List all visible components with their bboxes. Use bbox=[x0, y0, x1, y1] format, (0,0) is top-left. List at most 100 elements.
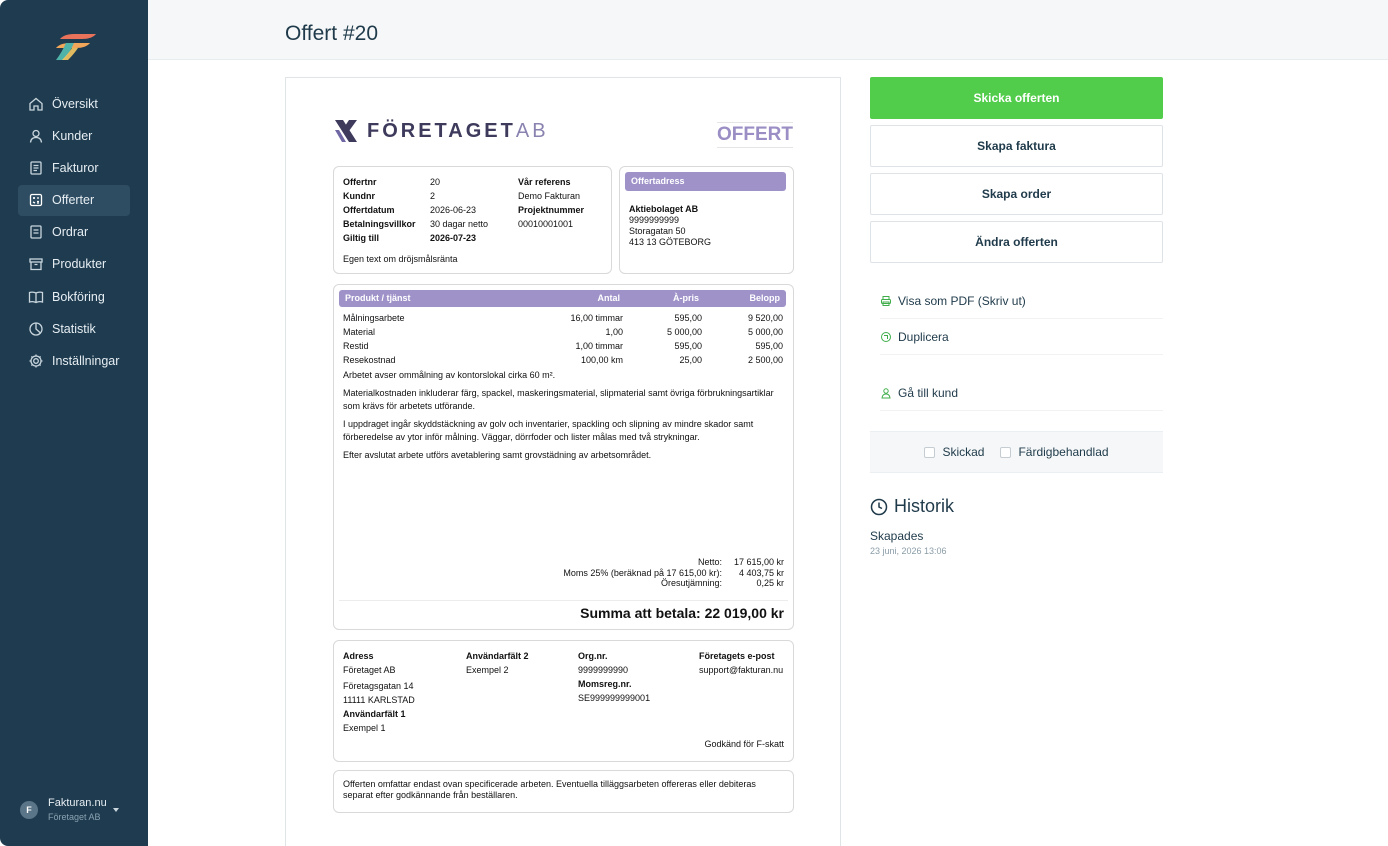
info-label: Offertnr bbox=[343, 177, 377, 187]
duplicate-link[interactable]: Duplicera bbox=[880, 319, 1163, 355]
table-row: Material 1,00 5 000,00 5 000,00 bbox=[343, 327, 783, 337]
table-row: Restid 1,00 timmar 595,00 595,00 bbox=[343, 341, 783, 351]
totals: Netto: 17 615,00 kr Moms 25% (beräknad på… bbox=[563, 557, 784, 589]
divider bbox=[339, 600, 788, 601]
line-description: Arbetet avser ommålning av kontorslokal … bbox=[343, 370, 556, 380]
sidebar-item-label: Kunder bbox=[52, 128, 93, 143]
chevron-down-icon bbox=[112, 808, 119, 812]
page-header: Offert #20 bbox=[148, 0, 1388, 60]
sidebar-item-ordrar[interactable]: Ordrar bbox=[18, 217, 130, 248]
sidebar-item-label: Produkter bbox=[52, 257, 107, 272]
sidebar-item-bokforing[interactable]: Bokföring bbox=[18, 281, 130, 312]
sidebar-item-produkter[interactable]: Produkter bbox=[18, 249, 130, 280]
info-label: Kundnr bbox=[343, 191, 375, 201]
header-amount: Belopp bbox=[749, 293, 781, 303]
user-icon bbox=[29, 129, 43, 143]
footer-email-column: Företagets e-post support@fakturan.nu bbox=[699, 651, 784, 675]
quote-address-box: Offertadress Aktiebolaget AB 9999999999 … bbox=[619, 166, 794, 274]
company-footer-box: Adress Företaget AB Företagsgatan 14 111… bbox=[333, 640, 794, 762]
custom-text: Egen text om dröjsmålsränta bbox=[343, 254, 458, 264]
home-icon bbox=[29, 97, 43, 111]
info-extra: Demo Fakturan bbox=[518, 191, 581, 201]
address-number: 9999999999 bbox=[629, 215, 680, 225]
address-city: 413 13 GÖTEBORG bbox=[629, 237, 712, 247]
line-items-box: Produkt / tjänst Antal À-pris Belopp Mål… bbox=[333, 284, 794, 630]
info-extra: Vår referens bbox=[518, 177, 571, 187]
sidebar-item-kunder[interactable]: Kunder bbox=[18, 120, 130, 151]
info-extra: Projektnummer bbox=[518, 205, 585, 215]
archive-box-icon bbox=[29, 258, 43, 271]
checkbox-box[interactable] bbox=[1000, 446, 1012, 458]
gear-icon bbox=[29, 354, 43, 368]
history-title: Historik bbox=[894, 496, 955, 516]
sidebar: Översikt Kunder Fakturor Offerter Ordrar… bbox=[0, 0, 148, 846]
done-checkbox[interactable]: Färdigbehandlad bbox=[1000, 445, 1109, 459]
line-description: Efter avslutat arbete utförs avetablerin… bbox=[343, 450, 652, 460]
header-product: Produkt / tjänst bbox=[345, 293, 411, 303]
sent-checkbox[interactable]: Skickad bbox=[924, 445, 984, 459]
info-label: Offertdatum bbox=[343, 205, 395, 215]
app-logo[interactable] bbox=[52, 30, 98, 62]
total-label: Netto: bbox=[697, 557, 722, 567]
header-qty: Antal bbox=[597, 293, 621, 303]
quote-info-box: Offertnr 20 Vår referens Kundnr 2 Demo F… bbox=[333, 166, 612, 274]
create-invoice-button[interactable]: Skapa faktura bbox=[870, 125, 1163, 167]
footer-address-column: Adress Företaget AB Företagsgatan 14 111… bbox=[343, 651, 415, 733]
info-value: 20 bbox=[430, 177, 441, 187]
history-timestamp: 23 juni, 2026 13:06 bbox=[870, 546, 947, 556]
invoice-icon bbox=[30, 161, 42, 175]
info-label: Giltig till bbox=[343, 233, 379, 243]
total-value: 17 615,00 kr bbox=[733, 557, 784, 567]
user-icon bbox=[881, 387, 891, 398]
sent-label: Skickad bbox=[942, 445, 985, 459]
address-body: Aktiebolaget AB 9999999999 Storagatan 50… bbox=[629, 204, 711, 248]
line-description: Materialkostnaden inkluderar färg, spack… bbox=[343, 388, 774, 411]
sidebar-nav: Översikt Kunder Fakturor Offerter Ordrar… bbox=[18, 88, 130, 378]
company-logo-mark bbox=[335, 120, 357, 142]
footer-custom-field-column: Användarfält 2 Exempel 2 bbox=[466, 651, 529, 675]
create-order-button[interactable]: Skapa order bbox=[870, 173, 1163, 215]
address-street: Storagatan 50 bbox=[629, 226, 686, 236]
sidebar-item-statistik[interactable]: Statistik bbox=[18, 313, 130, 344]
account-switcher[interactable]: F Fakturan.nu Företaget AB bbox=[20, 796, 130, 824]
info-value: 2026-06-23 bbox=[430, 205, 477, 215]
line-items-header: Produkt / tjänst Antal À-pris Belopp bbox=[339, 290, 786, 307]
sidebar-item-oversikt[interactable]: Översikt bbox=[18, 88, 130, 119]
address-heading: Offertadress bbox=[625, 172, 786, 191]
checkbox-box[interactable] bbox=[924, 446, 936, 458]
info-value: 30 dagar netto bbox=[430, 219, 489, 229]
total-value: 0,25 kr bbox=[756, 578, 784, 588]
duplicate-icon bbox=[881, 331, 891, 342]
address-company: Aktiebolaget AB bbox=[629, 204, 699, 214]
account-company: Företaget AB bbox=[48, 812, 101, 822]
table-row: Resekostnad 100,00 km 25,00 2 500,00 bbox=[343, 355, 783, 365]
total-to-pay: Summa att betala: 22 019,00 kr bbox=[580, 605, 784, 621]
history-event: Skapades bbox=[870, 529, 924, 543]
send-quote-button[interactable]: Skicka offerten bbox=[870, 77, 1163, 119]
go-to-customer-label: Gå till kund bbox=[898, 385, 959, 400]
header-price: À-pris bbox=[672, 293, 699, 303]
total-label: Moms 25% (beräknad på 17 615,00 kr): bbox=[563, 567, 722, 578]
sidebar-item-label: Inställningar bbox=[52, 354, 120, 368]
sidebar-item-label: Statistik bbox=[52, 321, 96, 336]
go-to-customer-link[interactable]: Gå till kund bbox=[880, 375, 1163, 411]
book-icon bbox=[28, 291, 44, 303]
account-text: Fakturan.nu Företaget AB bbox=[48, 796, 107, 824]
info-label: Betalningsvillkor bbox=[343, 219, 416, 229]
info-value: 2026-07-23 bbox=[430, 233, 477, 243]
done-label: Färdigbehandlad bbox=[1018, 445, 1109, 459]
total-label: Öresutjämning: bbox=[660, 578, 722, 588]
pie-chart-icon bbox=[29, 322, 43, 336]
printer-icon bbox=[881, 295, 891, 306]
quote-note-box: Offerten omfattar endast ovan specificer… bbox=[333, 770, 794, 813]
sidebar-item-installningar[interactable]: Inställningar bbox=[18, 346, 130, 377]
sidebar-item-offerter[interactable]: Offerter bbox=[18, 184, 130, 216]
view-pdf-link[interactable]: Visa som PDF (Skriv ut) bbox=[880, 283, 1163, 319]
company-name: FÖRETAGETAB bbox=[367, 119, 549, 142]
page-title: Offert #20 bbox=[285, 22, 379, 45]
line-description: I uppdraget ingår skyddstäckning av golv… bbox=[343, 419, 754, 442]
status-checkboxes: Skickad Färdigbehandlad bbox=[870, 431, 1163, 473]
duplicate-label: Duplicera bbox=[898, 329, 949, 344]
edit-quote-button[interactable]: Ändra offerten bbox=[870, 221, 1163, 263]
sidebar-item-fakturor[interactable]: Fakturor bbox=[18, 152, 130, 183]
